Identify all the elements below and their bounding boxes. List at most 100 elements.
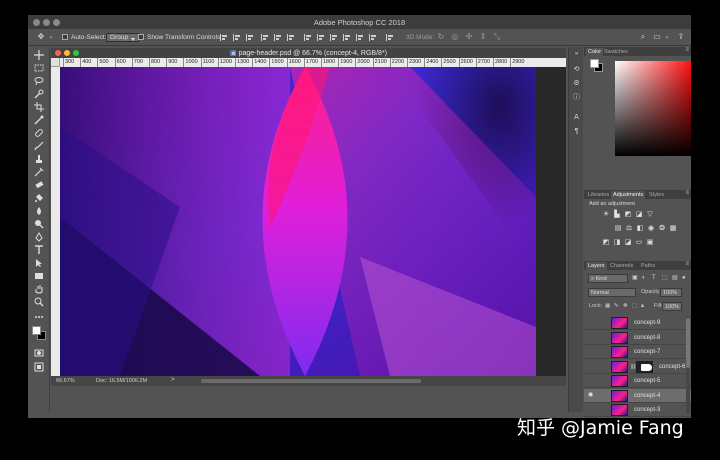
panel-menu-icon[interactable]: ≡ — [685, 190, 689, 196]
3d-rotate-icon[interactable]: ↻ — [436, 32, 446, 42]
layer-thumbnail[interactable] — [611, 375, 628, 387]
threshold-icon[interactable]: ◪ — [624, 239, 632, 246]
dodge-tool-icon[interactable] — [32, 218, 46, 230]
distribute-left-icon[interactable] — [343, 34, 351, 41]
align-hcenter-icon[interactable] — [274, 34, 282, 41]
quick-mask-icon[interactable] — [32, 347, 46, 359]
3d-scale-icon[interactable]: ⤡ — [492, 32, 502, 42]
move-tool-icon[interactable]: ✥ — [36, 32, 46, 42]
panel-menu-icon[interactable]: ≡ — [685, 47, 689, 53]
curves-icon[interactable]: ◩ — [624, 211, 632, 218]
vertical-ruler[interactable] — [51, 67, 60, 376]
search-icon[interactable]: ⌕ — [638, 32, 648, 42]
paragraph-icon[interactable]: ¶ — [572, 127, 581, 136]
3d-slide-icon[interactable]: ⇕ — [478, 32, 488, 42]
color-panel-swatches[interactable] — [590, 59, 604, 73]
distribute-right-icon[interactable] — [369, 34, 377, 41]
visibility-eye-icon[interactable] — [588, 320, 595, 325]
channel-mixer-icon[interactable]: ❂ — [658, 225, 666, 232]
color-balance-icon[interactable]: ⚖ — [625, 225, 633, 232]
zoom-tool-icon[interactable] — [32, 296, 46, 308]
character-icon[interactable]: A — [572, 113, 581, 122]
opacity-field[interactable]: 100% — [660, 288, 682, 297]
info-icon[interactable]: ⓘ — [572, 93, 581, 102]
tab-color[interactable]: Color — [586, 48, 604, 56]
layer-name[interactable]: concept-4 — [634, 392, 660, 400]
clone-stamp-tool-icon[interactable] — [32, 153, 46, 165]
tab-paths[interactable]: Paths — [639, 262, 657, 270]
distribute-vcenter-icon[interactable] — [317, 34, 325, 41]
eyedropper-tool-icon[interactable] — [32, 114, 46, 126]
layer-name[interactable]: concept-7 — [634, 348, 660, 356]
tab-styles[interactable]: Styles — [647, 191, 666, 199]
tab-adjustments[interactable]: Adjustments — [611, 191, 646, 199]
filter-shape-icon[interactable]: ⬚ — [662, 274, 668, 283]
foreground-color-swatch[interactable] — [590, 59, 599, 68]
levels-icon[interactable]: ▙ — [613, 211, 621, 218]
layer-thumbnail[interactable] — [611, 346, 628, 358]
posterize-icon[interactable]: ◨ — [613, 239, 621, 246]
status-menu-arrow[interactable]: > — [171, 377, 175, 383]
healing-brush-tool-icon[interactable] — [32, 127, 46, 139]
eraser-tool-icon[interactable] — [32, 179, 46, 191]
distribute-top-icon[interactable] — [304, 34, 312, 41]
filter-toggle-icon[interactable]: ● — [682, 274, 686, 283]
share-icon[interactable]: ⇪ — [676, 32, 686, 42]
type-tool-icon[interactable] — [32, 244, 46, 256]
hue-saturation-icon[interactable]: ▤ — [614, 225, 622, 232]
paint-bucket-tool-icon[interactable] — [32, 192, 46, 204]
foreground-background-colors[interactable] — [32, 325, 46, 341]
lock-position-icon[interactable]: ✥ — [623, 302, 628, 311]
lock-transparent-icon[interactable]: ▦ — [605, 302, 610, 311]
horizontal-ruler[interactable]: 300 400 500 600 700 800 900 1000 1100 1200 1300 140… — [60, 58, 566, 67]
color-lookup-icon[interactable]: ▦ — [669, 225, 677, 232]
layer-thumbnail[interactable] — [611, 331, 628, 344]
layer-name[interactable]: concept-5 — [634, 377, 660, 385]
layer-row[interactable]: concept-7 — [584, 345, 691, 359]
layer-thumbnail[interactable] — [611, 360, 628, 373]
history-brush-tool-icon[interactable] — [32, 166, 46, 178]
layer-row[interactable]: ◉ concept-4 — [584, 388, 691, 403]
invert-icon[interactable]: ◩ — [602, 239, 610, 246]
filter-pixel-icon[interactable]: ▣ — [632, 274, 638, 283]
color-picker-field[interactable] — [615, 61, 691, 156]
visibility-eye-icon[interactable] — [588, 349, 595, 354]
quick-selection-tool-icon[interactable] — [32, 88, 46, 100]
zoom-level[interactable]: 66.67% — [56, 378, 75, 384]
blend-mode-dropdown[interactable]: Normal — [588, 288, 636, 297]
brush-tool-icon[interactable] — [32, 140, 46, 152]
layer-filter-dropdown[interactable]: ⌕ Kind — [588, 274, 628, 283]
path-selection-tool-icon[interactable] — [32, 257, 46, 269]
chevron-down-icon[interactable]: ⌄ — [46, 32, 56, 42]
fill-field[interactable]: 100% — [662, 302, 682, 311]
layer-row[interactable]: concept-8 — [584, 331, 691, 345]
layers-scrollbar[interactable] — [686, 316, 690, 414]
lock-artboard-icon[interactable]: ⬚ — [632, 302, 637, 311]
visibility-eye-icon[interactable] — [588, 335, 595, 340]
chevron-down-icon[interactable]: ⌄ — [662, 32, 672, 42]
visibility-eye-icon[interactable]: ◉ — [588, 392, 595, 398]
layer-row[interactable]: concept-5 — [584, 374, 691, 388]
visibility-eye-icon[interactable] — [588, 378, 595, 383]
auto-select-checkbox[interactable]: Auto-Select: — [62, 32, 106, 43]
panel-menu-icon[interactable]: ≡ — [685, 261, 689, 267]
gradient-map-icon[interactable]: ▭ — [635, 239, 643, 246]
black-white-icon[interactable]: ◧ — [636, 225, 644, 232]
tab-layers[interactable]: Layers — [586, 262, 607, 270]
canvas[interactable] — [60, 67, 536, 376]
properties-icon[interactable]: ⚙ — [572, 79, 581, 88]
layer-mask-thumbnail[interactable] — [636, 360, 653, 373]
layer-thumbnail[interactable] — [611, 317, 628, 329]
align-top-icon[interactable] — [220, 34, 228, 41]
document-tab-title[interactable]: ▣ page-header.psd @ 66.7% (concept-4, RG… — [51, 49, 566, 57]
more-tools-icon[interactable] — [32, 311, 46, 323]
brightness-contrast-icon[interactable]: ☀ — [602, 211, 610, 218]
collapse-arrows-icon[interactable]: » — [572, 50, 581, 59]
hand-tool-icon[interactable] — [32, 283, 46, 295]
align-left-icon[interactable] — [261, 34, 269, 41]
layer-name[interactable]: concept-8 — [634, 334, 660, 342]
layer-name[interactable]: concept-6 — [659, 363, 685, 371]
exposure-icon[interactable]: ◪ — [635, 211, 643, 218]
filter-smart-icon[interactable]: ▤ — [672, 274, 678, 283]
visibility-eye-icon[interactable] — [588, 364, 595, 369]
